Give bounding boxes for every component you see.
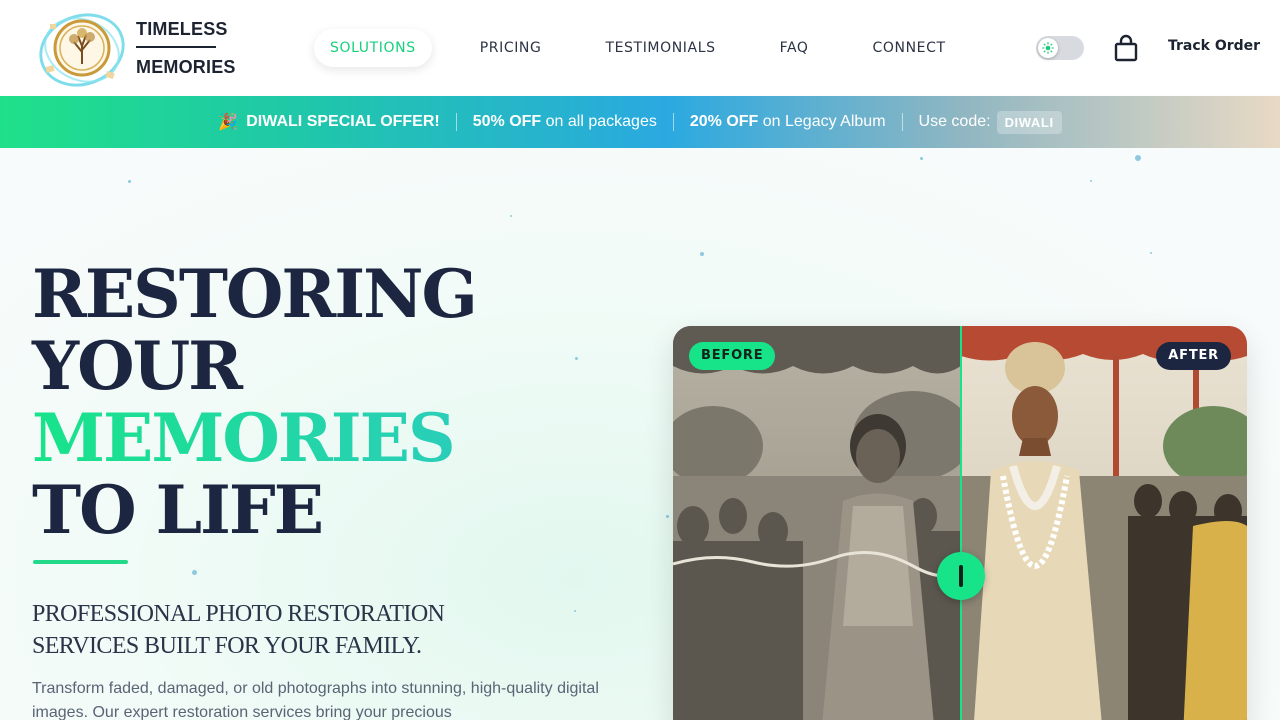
promo-title-text: DIWALI SPECIAL OFFER! (246, 113, 440, 130)
promo-deal-album: 20% OFF on Legacy Album (674, 96, 902, 148)
decor-dot (575, 357, 578, 360)
site-header: TIMELESS MEMORIES SOLUTIONS PRICING TEST… (0, 0, 1280, 96)
drag-handle-icon[interactable] (937, 552, 985, 600)
promo-deal-packages: 50% OFF on all packages (457, 96, 673, 148)
clock-tree-logo-icon[interactable] (36, 6, 128, 94)
nav-item-testimonials[interactable]: TESTIMONIALS (589, 29, 731, 67)
promo-deal-1-amount: 50% OFF (472, 113, 542, 130)
headline-line-1: RESTORING (32, 255, 478, 333)
before-label: BEFORE (689, 342, 776, 370)
decor-dot (128, 180, 131, 183)
promo-code-label: Use code: (918, 113, 991, 130)
promo-title: 🎉 DIWALI SPECIAL OFFER! (202, 96, 455, 148)
decor-dot (574, 610, 576, 612)
headline-line-4: TO LIFE (32, 471, 324, 549)
nav-item-pricing[interactable]: PRICING (464, 29, 558, 67)
main-nav: SOLUTIONS PRICING TESTIMONIALS FAQ CONNE… (314, 29, 962, 67)
hero-subheading: PROFESSIONAL PHOTO RESTORATION SERVICES … (32, 598, 552, 662)
handle-grip (959, 565, 963, 587)
decor-dot (1090, 180, 1092, 182)
theme-toggle[interactable] (1036, 36, 1084, 60)
shopping-bag-icon[interactable] (1113, 34, 1139, 62)
comparison-divider[interactable] (960, 326, 962, 720)
headline-line-2: YOUR (32, 327, 243, 405)
nav-item-faq[interactable]: FAQ (764, 29, 825, 67)
nav-item-connect[interactable]: CONNECT (857, 29, 962, 67)
decor-dot (700, 252, 704, 256)
decor-dot (1135, 155, 1141, 161)
promo-deal-2-text: on Legacy Album (762, 113, 886, 130)
nav-item-solutions[interactable]: SOLUTIONS (314, 29, 432, 67)
hero-headline: RESTORING YOUR MEMORIES TO LIFE (32, 258, 552, 546)
promo-code-chip[interactable]: DIWALI (996, 110, 1062, 134)
brand-divider (136, 46, 216, 48)
track-order-link[interactable]: Track Order (1168, 38, 1260, 54)
decor-dot (920, 157, 923, 160)
before-after-comparison[interactable]: BEFORE AFTER (673, 326, 1247, 720)
after-label: AFTER (1156, 342, 1231, 370)
brand-line-1: TIMELESS (136, 19, 228, 39)
subheading-line-1: PROFESSIONAL PHOTO RESTORATION (32, 601, 445, 627)
headline-accent-line: MEMORIES (32, 402, 552, 474)
decor-dot (1150, 252, 1152, 254)
headline-underline (33, 560, 128, 564)
brand-line-2: MEMORIES (136, 57, 236, 77)
party-popper-icon: 🎉 (218, 114, 239, 131)
decor-dot (192, 570, 197, 575)
promo-deal-1-text: on all packages (545, 113, 657, 130)
decor-dot (666, 515, 669, 518)
decor-dot (510, 215, 512, 217)
hero-description: Transform faded, damaged, or old photogr… (32, 680, 599, 720)
sun-icon (1038, 38, 1058, 58)
subheading-line-2: SERVICES BUILT FOR YOUR FAMILY. (32, 633, 422, 659)
promo-code-block: Use code: DIWALI (903, 96, 1078, 148)
brand-name[interactable]: TIMELESS MEMORIES (136, 18, 246, 78)
promo-deal-2-amount: 20% OFF (689, 113, 759, 130)
promo-banner: 🎉 DIWALI SPECIAL OFFER! 50% OFF on all p… (0, 96, 1280, 148)
